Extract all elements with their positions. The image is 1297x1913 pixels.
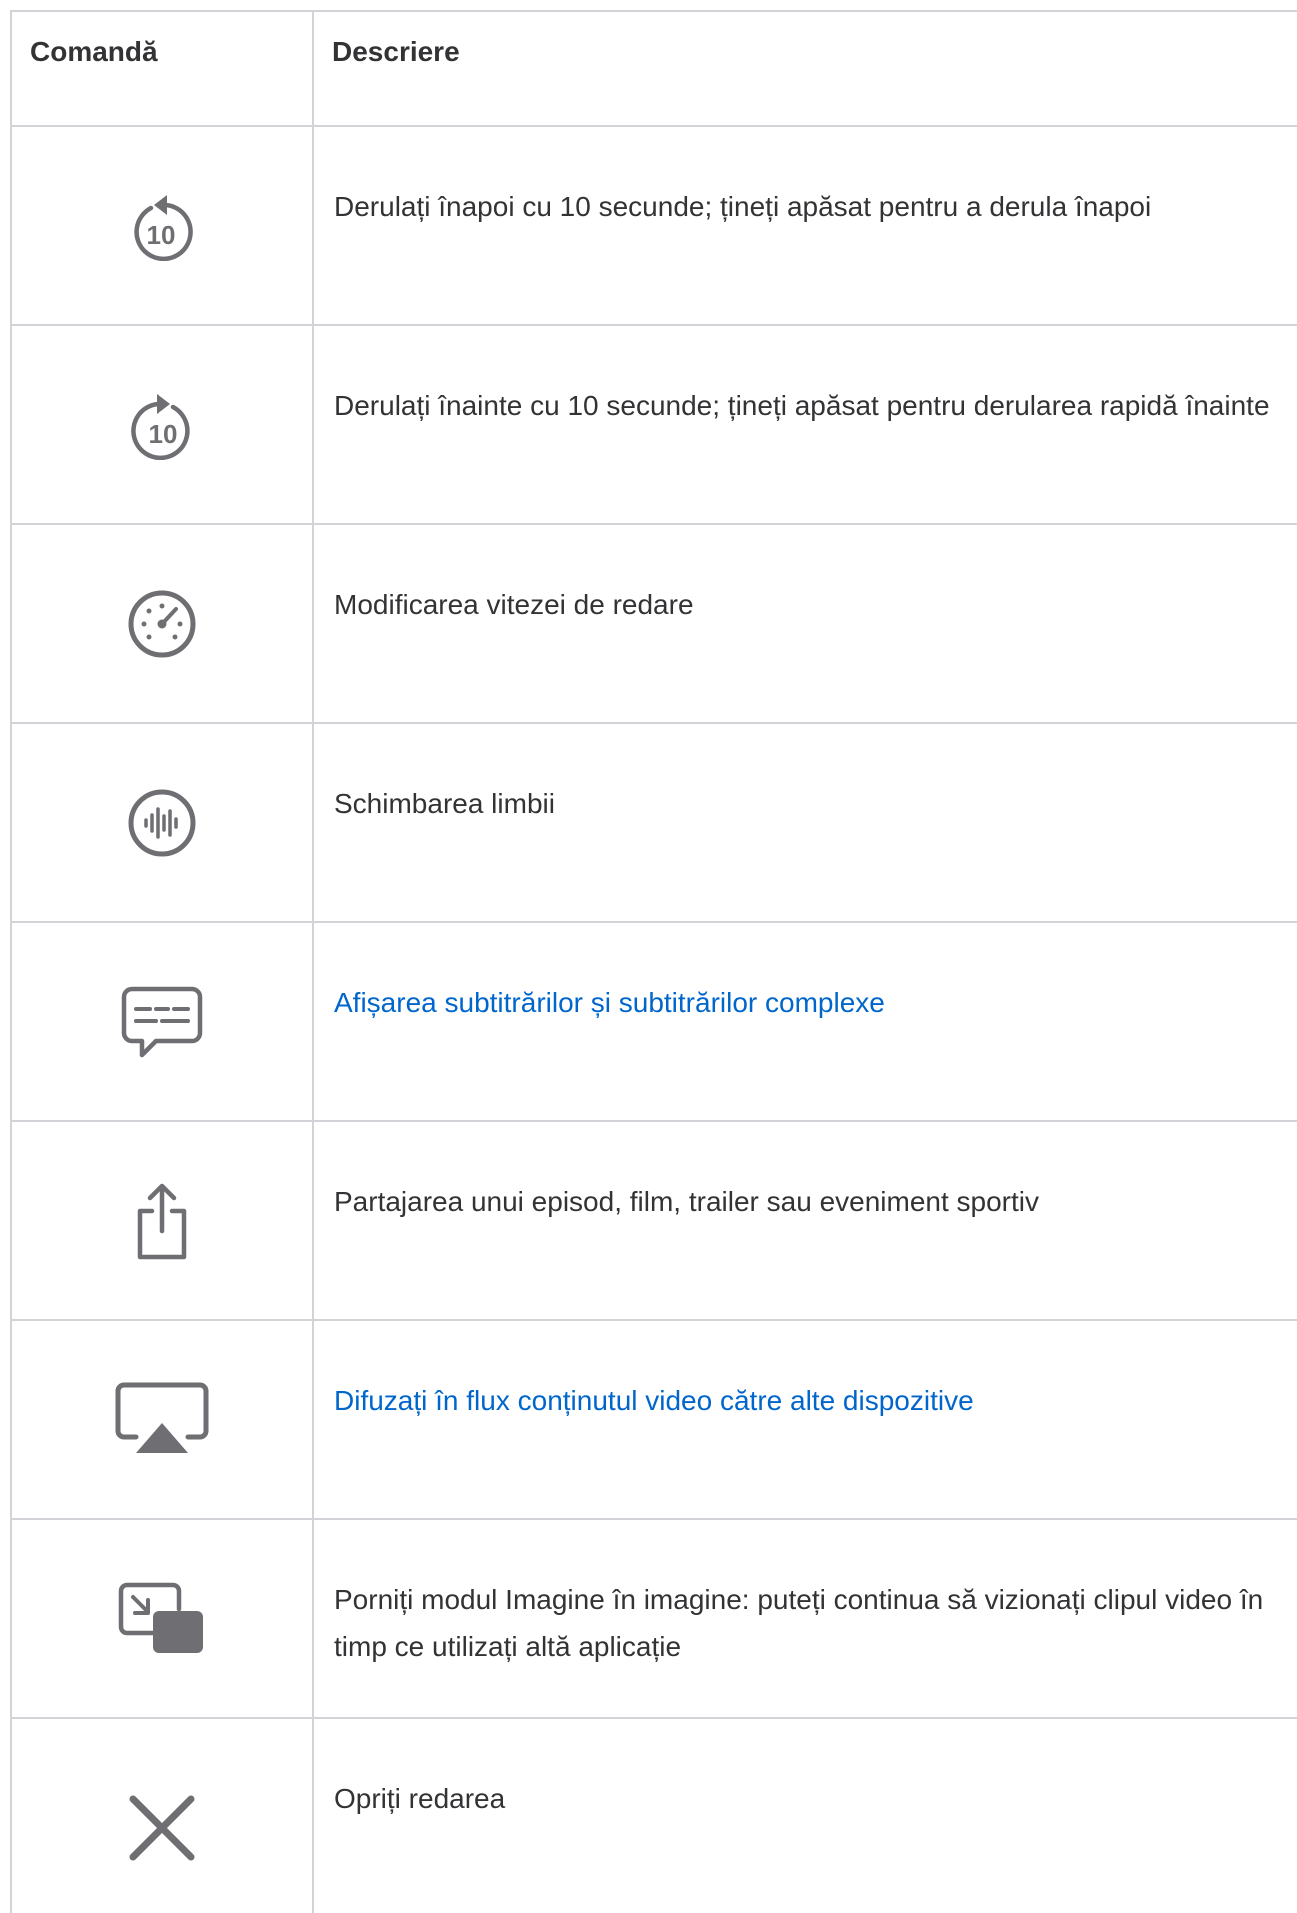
description-cell: Difuzați în flux conținutul video către … bbox=[312, 1319, 1297, 1520]
description-cell: Derulați înapoi cu 10 secunde; țineți ap… bbox=[312, 125, 1297, 326]
table-row: 10 Derulați înapoi cu 10 secunde; țineți… bbox=[10, 125, 1297, 326]
table-header-row: Comandă Descriere bbox=[10, 10, 1297, 127]
svg-text:10: 10 bbox=[149, 419, 178, 449]
playback-speed-icon bbox=[128, 590, 196, 657]
commands-table: Comandă Descriere 10 Derulați înapoi cu … bbox=[10, 10, 1297, 1913]
description-cell: Porniți modul Imagine în imagine: puteți… bbox=[312, 1518, 1297, 1719]
close-icon bbox=[129, 1795, 195, 1861]
table-row: Modificarea vitezei de redare bbox=[10, 523, 1297, 724]
commands-table-container: Comandă Descriere 10 Derulați înapoi cu … bbox=[10, 10, 1297, 1913]
description-cell: Partajarea unui episod, film, trailer sa… bbox=[312, 1120, 1297, 1321]
command-cell: 10 bbox=[10, 125, 314, 326]
row-description: Modificarea vitezei de redare bbox=[334, 589, 694, 620]
command-cell bbox=[10, 1319, 314, 1520]
command-cell bbox=[10, 1717, 314, 1913]
subtitles-icon bbox=[121, 986, 203, 1057]
table-row: Opriți redarea bbox=[10, 1717, 1297, 1913]
command-cell bbox=[10, 722, 314, 923]
svg-text:10: 10 bbox=[147, 220, 176, 250]
audio-language-icon bbox=[128, 789, 196, 856]
table-row: Schimbarea limbii bbox=[10, 722, 1297, 923]
row-description: Derulați înainte cu 10 secunde; țineți a… bbox=[334, 390, 1270, 421]
row-description: Derulați înapoi cu 10 secunde; țineți ap… bbox=[334, 191, 1152, 222]
description-cell: Derulați înainte cu 10 secunde; țineți a… bbox=[312, 324, 1297, 525]
command-cell bbox=[10, 523, 314, 724]
command-cell bbox=[10, 921, 314, 1122]
command-cell bbox=[10, 1518, 314, 1719]
description-cell: Modificarea vitezei de redare bbox=[312, 523, 1297, 724]
skip-forward-10-icon: 10 bbox=[131, 393, 190, 460]
table-row: 10 Derulați înainte cu 10 secunde; țineț… bbox=[10, 324, 1297, 525]
table-row: Partajarea unui episod, film, trailer sa… bbox=[10, 1120, 1297, 1321]
row-description: Partajarea unui episod, film, trailer sa… bbox=[334, 1186, 1040, 1217]
description-cell: Afișarea subtitrărilor și subtitrărilor … bbox=[312, 921, 1297, 1122]
picture-in-picture-icon bbox=[118, 1582, 203, 1653]
header-description: Descriere bbox=[312, 10, 1297, 127]
table-row: Porniți modul Imagine în imagine: puteți… bbox=[10, 1518, 1297, 1719]
command-cell: 10 bbox=[10, 324, 314, 525]
airplay-link[interactable]: Difuzați în flux conținutul video către … bbox=[334, 1385, 974, 1416]
description-cell: Opriți redarea bbox=[312, 1717, 1297, 1913]
row-description: Schimbarea limbii bbox=[334, 788, 555, 819]
header-command: Comandă bbox=[10, 10, 314, 127]
table-row: Afișarea subtitrărilor și subtitrărilor … bbox=[10, 921, 1297, 1122]
description-cell: Schimbarea limbii bbox=[312, 722, 1297, 923]
skip-back-10-icon: 10 bbox=[134, 194, 193, 261]
table-row: Difuzați în flux conținutul video către … bbox=[10, 1319, 1297, 1520]
share-icon bbox=[137, 1183, 187, 1259]
command-cell bbox=[10, 1120, 314, 1321]
airplay-icon bbox=[115, 1382, 209, 1453]
row-description: Porniți modul Imagine în imagine: puteți… bbox=[334, 1584, 1264, 1662]
subtitles-link[interactable]: Afișarea subtitrărilor și subtitrărilor … bbox=[334, 987, 885, 1018]
row-description: Opriți redarea bbox=[334, 1783, 506, 1814]
